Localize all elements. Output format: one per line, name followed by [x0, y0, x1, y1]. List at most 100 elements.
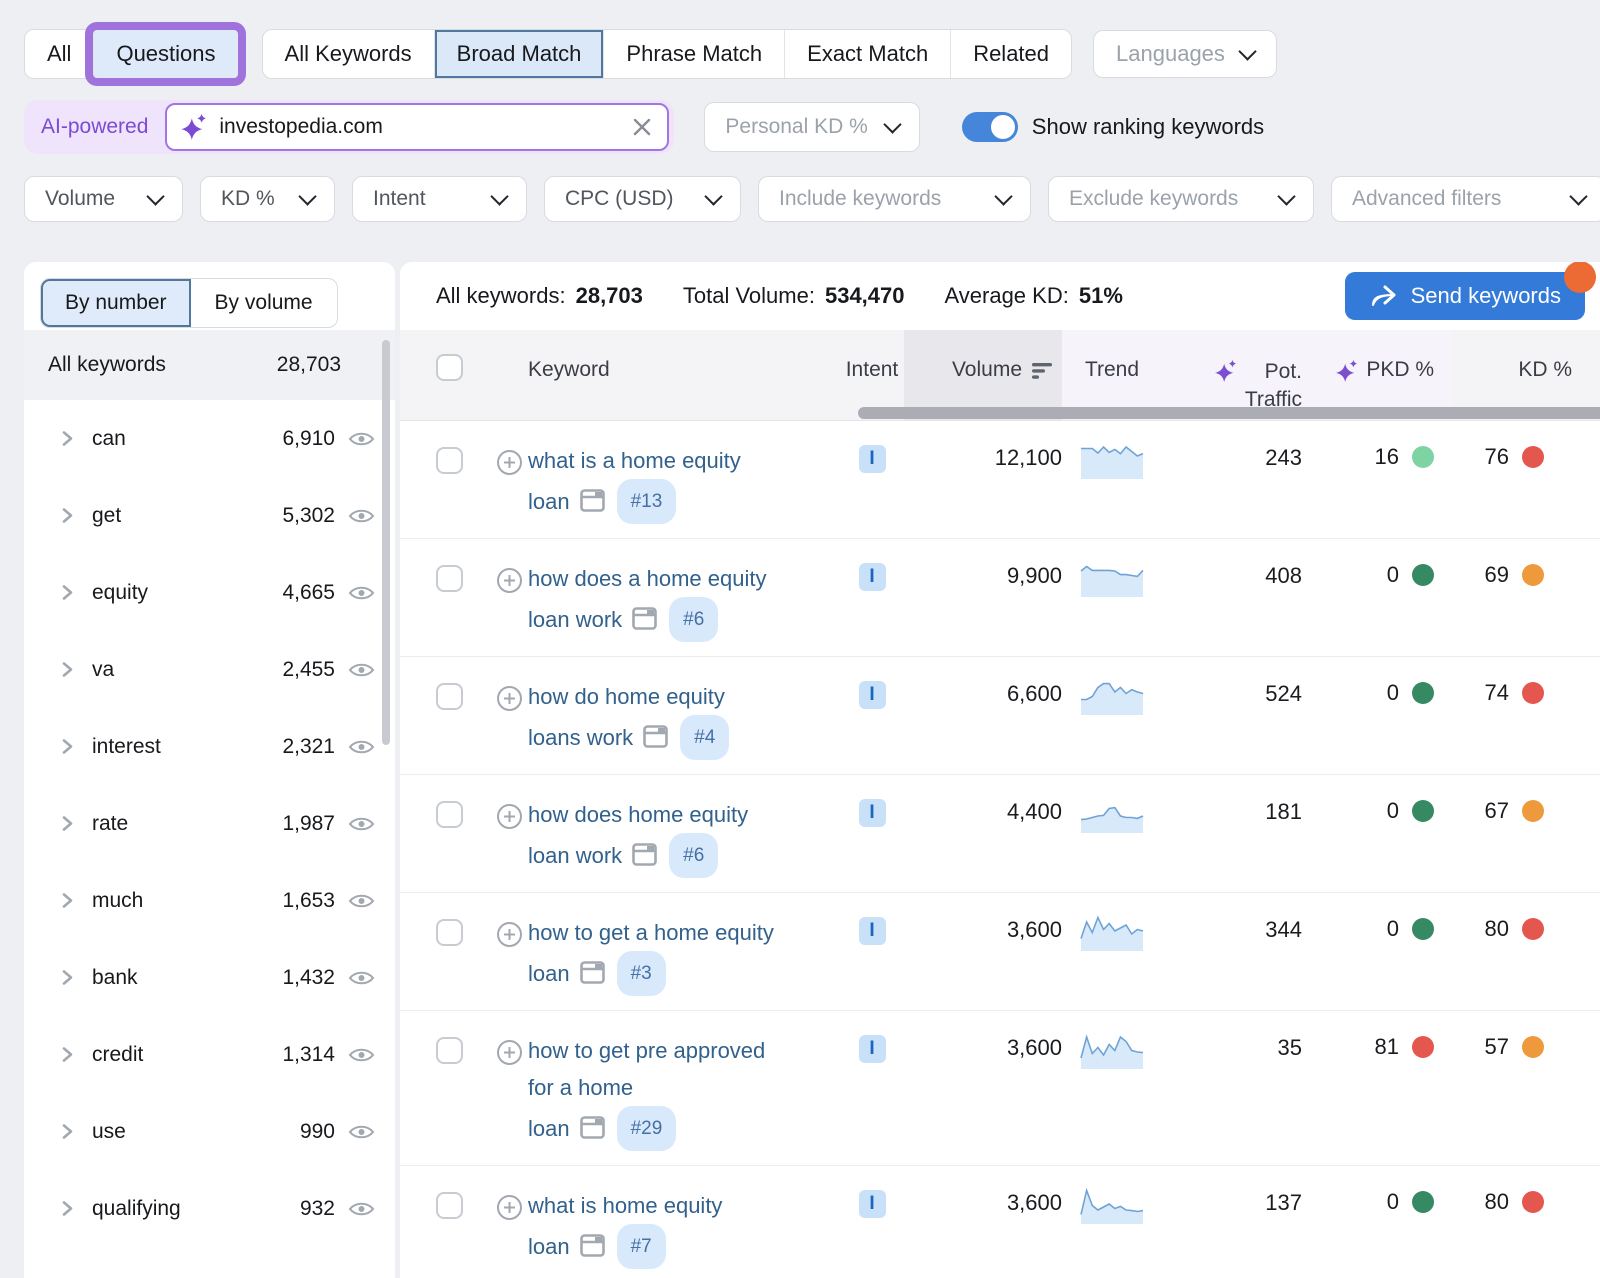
row-checkbox[interactable]	[436, 801, 463, 828]
select-all-checkbox[interactable]	[436, 354, 463, 381]
keyword-link[interactable]: loan	[528, 1234, 570, 1259]
sidebar-group-row[interactable]: qualifying932	[24, 1170, 395, 1247]
serp-features-icon[interactable]	[643, 725, 668, 748]
chevron-right-icon[interactable]	[60, 1122, 74, 1141]
keyword-link[interactable]: how does a home equity	[528, 566, 767, 591]
eye-icon[interactable]	[348, 430, 375, 448]
eye-icon[interactable]	[348, 507, 375, 525]
filter-kd[interactable]: KD %	[200, 176, 335, 222]
keyword-link[interactable]: loan work	[528, 607, 622, 632]
chevron-right-icon[interactable]	[60, 1199, 74, 1218]
keyword-link[interactable]: how to get a home equity	[528, 920, 774, 945]
chevron-right-icon[interactable]	[60, 891, 74, 910]
add-keyword-icon[interactable]	[496, 685, 528, 712]
keyword-link[interactable]: loan	[528, 489, 570, 514]
show-ranking-toggle[interactable]	[962, 112, 1018, 142]
add-keyword-icon[interactable]	[496, 567, 528, 594]
keyword-link[interactable]: how do home equity	[528, 684, 725, 709]
tab-by-volume[interactable]: By volume	[191, 279, 337, 327]
keyword-link[interactable]: loan	[528, 1116, 570, 1141]
tab-exact-match[interactable]: Exact Match	[784, 30, 950, 78]
row-checkbox[interactable]	[436, 565, 463, 592]
sidebar-group-row[interactable]: va2,455	[24, 631, 395, 708]
tab-questions[interactable]: Questions	[93, 30, 237, 78]
row-checkbox[interactable]	[436, 447, 463, 474]
keyword-link[interactable]: what is home equity	[528, 1193, 722, 1218]
row-checkbox[interactable]	[436, 919, 463, 946]
serp-features-icon[interactable]	[580, 489, 605, 512]
keyword-link[interactable]: loans work	[528, 725, 633, 750]
eye-icon[interactable]	[348, 738, 375, 756]
sidebar-group-row[interactable]: use990	[24, 1093, 395, 1170]
eye-icon[interactable]	[348, 1200, 375, 1218]
sidebar-group-row[interactable]: interest2,321	[24, 708, 395, 785]
tab-related[interactable]: Related	[950, 30, 1071, 78]
keyword-link[interactable]: loan work	[528, 843, 622, 868]
eye-icon[interactable]	[348, 892, 375, 910]
horizontal-scrollbar[interactable]	[858, 407, 1600, 419]
filter-volume[interactable]: Volume	[24, 176, 183, 222]
keyword-link[interactable]: what is a home equity	[528, 448, 741, 473]
keyword-link[interactable]: for a home	[528, 1075, 633, 1100]
filter-intent[interactable]: Intent	[352, 176, 527, 222]
chevron-right-icon[interactable]	[60, 583, 74, 602]
chevron-right-icon[interactable]	[60, 660, 74, 679]
chevron-right-icon[interactable]	[60, 506, 74, 525]
row-checkbox[interactable]	[436, 683, 463, 710]
sidebar-scrollbar[interactable]	[382, 340, 390, 745]
serp-features-icon[interactable]	[632, 843, 657, 866]
keyword-link[interactable]: how to get pre approved	[528, 1038, 765, 1063]
sidebar-group-row[interactable]: can6,910	[24, 400, 395, 477]
row-checkbox[interactable]	[436, 1192, 463, 1219]
eye-icon[interactable]	[348, 1046, 375, 1064]
eye-icon[interactable]	[348, 815, 375, 833]
chevron-right-icon[interactable]	[60, 737, 74, 756]
sidebar-group-row[interactable]: much1,653	[24, 862, 395, 939]
sidebar-group-row[interactable]: bank1,432	[24, 939, 395, 1016]
filter-cpc[interactable]: CPC (USD)	[544, 176, 741, 222]
serp-features-icon[interactable]	[580, 1234, 605, 1257]
add-keyword-icon[interactable]	[496, 449, 528, 476]
filter-advanced[interactable]: Advanced filters	[1331, 176, 1600, 222]
add-keyword-icon[interactable]	[496, 921, 528, 948]
sidebar-group-row[interactable]: credit1,314	[24, 1016, 395, 1093]
add-keyword-icon[interactable]	[496, 1039, 528, 1066]
clear-search-icon[interactable]	[631, 116, 653, 138]
header-keyword[interactable]: Keyword	[528, 330, 840, 420]
eye-icon[interactable]	[348, 1123, 375, 1141]
sidebar-group-row[interactable]: rate1,987	[24, 785, 395, 862]
keyword-link[interactable]: loan	[528, 961, 570, 986]
eye-icon[interactable]	[348, 661, 375, 679]
eye-icon[interactable]	[348, 584, 375, 602]
header-checkbox-cell	[434, 330, 496, 420]
add-keyword-icon[interactable]	[496, 803, 528, 830]
tab-all-keywords[interactable]: All Keywords	[263, 30, 434, 78]
row-checkbox-cell	[434, 539, 496, 642]
personal-kd-dropdown[interactable]: Personal KD %	[704, 102, 919, 152]
tab-all[interactable]: All	[25, 30, 93, 78]
row-checkbox[interactable]	[436, 1037, 463, 1064]
chevron-right-icon[interactable]	[60, 429, 74, 448]
chevron-right-icon[interactable]	[60, 968, 74, 987]
filter-include-keywords[interactable]: Include keywords	[758, 176, 1031, 222]
sidebar-group-row[interactable]: equity4,665	[24, 554, 395, 631]
chevron-right-icon[interactable]	[60, 814, 74, 833]
sidebar-all-keywords-row[interactable]: All keywords 28,703	[24, 330, 395, 400]
languages-dropdown[interactable]: Languages	[1093, 30, 1277, 78]
serp-features-icon[interactable]	[632, 607, 657, 630]
eye-icon[interactable]	[348, 969, 375, 987]
tab-by-number[interactable]: By number	[41, 279, 191, 327]
search-input[interactable]	[217, 114, 621, 140]
add-keyword-icon[interactable]	[496, 1194, 528, 1221]
chevron-right-icon[interactable]	[60, 1045, 74, 1064]
kd-dot	[1522, 918, 1544, 940]
group-count: 2,455	[282, 658, 335, 682]
send-keywords-button[interactable]: Send keywords	[1345, 272, 1585, 320]
filter-exclude-keywords[interactable]: Exclude keywords	[1048, 176, 1314, 222]
tab-broad-match[interactable]: Broad Match	[434, 30, 604, 78]
sidebar-group-row[interactable]: get5,302	[24, 477, 395, 554]
serp-features-icon[interactable]	[580, 961, 605, 984]
serp-features-icon[interactable]	[580, 1116, 605, 1139]
keyword-link[interactable]: how does home equity	[528, 802, 748, 827]
tab-phrase-match[interactable]: Phrase Match	[603, 30, 784, 78]
